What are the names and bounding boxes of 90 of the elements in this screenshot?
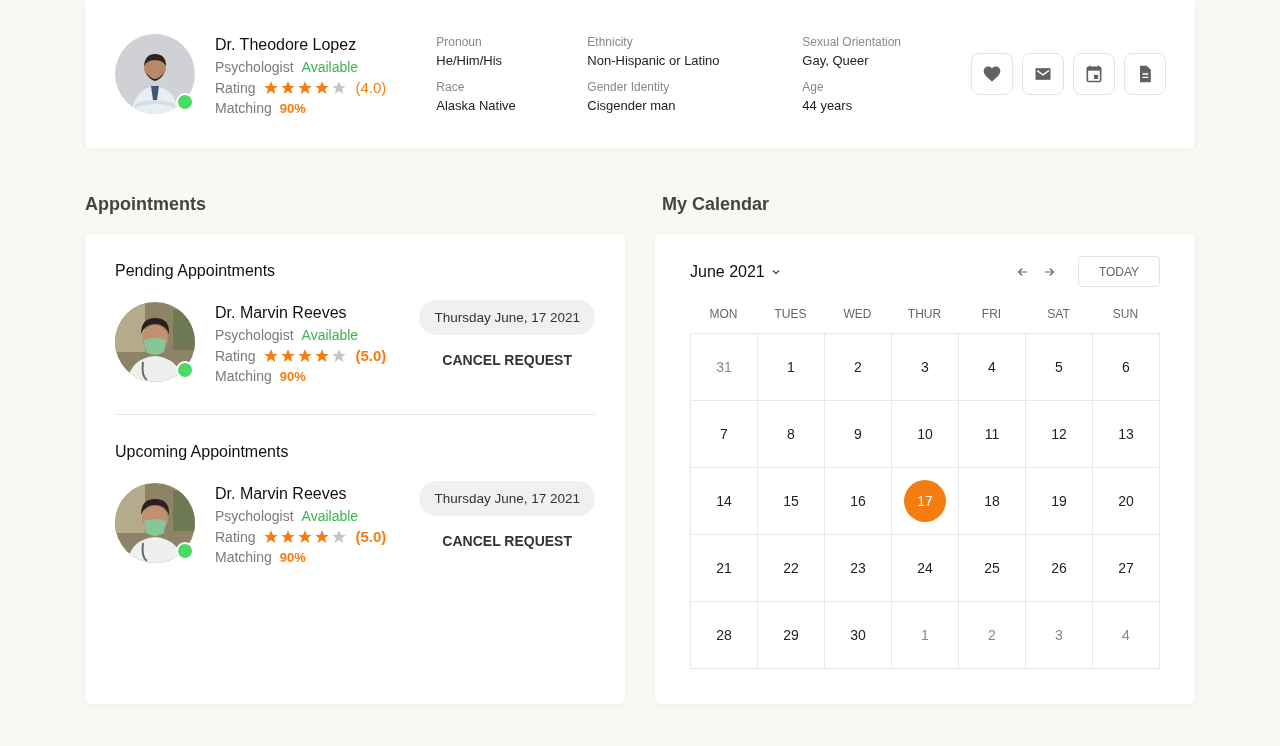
calendar-day[interactable]: 14: [691, 468, 758, 535]
matching-label: Matching: [215, 549, 272, 565]
detail-label: Age: [802, 80, 825, 94]
calendar-day[interactable]: 20: [1093, 468, 1160, 535]
detail-value: Gay, Queer: [802, 53, 870, 68]
availability-status: Available: [301, 59, 359, 75]
detail-value: 44 years: [802, 98, 854, 113]
document-button[interactable]: [1124, 53, 1166, 95]
detail-label: Pronoun: [436, 35, 483, 49]
heart-icon: [982, 64, 1002, 84]
calendar-day[interactable]: 3: [892, 334, 959, 401]
weekday-label: FRI: [980, 306, 1003, 323]
calendar-day[interactable]: 18: [959, 468, 1026, 535]
calendar-day[interactable]: 4: [959, 334, 1026, 401]
doctor-name: Dr. Marvin Reeves: [215, 485, 348, 503]
weekday-label: THUR: [906, 306, 943, 323]
subsection-heading: Pending Appointments: [115, 262, 277, 280]
rating-value: (4.0): [355, 79, 387, 96]
appointment-date: Thursday June, 17 2021: [419, 300, 595, 335]
subsection-heading: Upcoming Appointments: [115, 443, 290, 461]
matching-value: 90%: [279, 100, 306, 116]
calendar-day[interactable]: 11: [959, 401, 1026, 468]
detail-value: Non-Hispanic or Latino: [587, 53, 721, 68]
rating-label: Rating: [215, 347, 256, 364]
calendar-day[interactable]: 25: [959, 535, 1026, 602]
cancel-request-button[interactable]: CANCEL REQUEST: [442, 352, 572, 368]
calendar-day[interactable]: 22: [758, 535, 825, 602]
calendar-day[interactable]: 2: [959, 602, 1026, 669]
matching-label: Matching: [215, 368, 272, 384]
section-heading: Appointments: [85, 194, 207, 215]
doctor-role: Psychologist: [215, 327, 294, 343]
detail-value: He/Him/His: [436, 53, 504, 68]
detail-label: Ethnicity: [587, 35, 634, 49]
calendar-day[interactable]: 16: [825, 468, 892, 535]
doctor-name: Dr. Theodore Lopez: [215, 36, 358, 54]
matching-value: 90%: [279, 549, 306, 565]
doctor-name: Dr. Marvin Reeves: [215, 304, 348, 322]
calendar-day[interactable]: 15: [758, 468, 825, 535]
calendar-day[interactable]: 27: [1093, 535, 1160, 602]
matching-label: Matching: [215, 100, 272, 116]
favorite-button[interactable]: [971, 53, 1013, 95]
availability-status: Available: [301, 327, 359, 343]
rating-value: (5.0): [355, 528, 387, 545]
calendar-day[interactable]: 2: [825, 334, 892, 401]
rating-label: Rating: [215, 528, 256, 545]
weekday-label: TUES: [773, 306, 808, 323]
rating-label: Rating: [215, 79, 256, 96]
calendar-day[interactable]: 1: [892, 602, 959, 669]
calendar-day[interactable]: 10: [892, 401, 959, 468]
calendar-day[interactable]: 3: [1026, 602, 1093, 669]
doctor-role: Psychologist: [215, 508, 294, 524]
calendar-day[interactable]: 9: [825, 401, 892, 468]
calendar-day[interactable]: 6: [1093, 334, 1160, 401]
schedule-button[interactable]: [1073, 53, 1115, 95]
weekday-label: MON: [708, 306, 739, 323]
calendar-day[interactable]: 12: [1026, 401, 1093, 468]
section-heading: My Calendar: [662, 194, 771, 215]
calendar-day[interactable]: 4: [1093, 602, 1160, 669]
month-selector[interactable]: June 2021: [690, 262, 781, 281]
calendar-day[interactable]: 1: [758, 334, 825, 401]
calendar-day[interactable]: 29: [758, 602, 825, 669]
detail-value: Alaska Native: [436, 98, 517, 113]
calendar-day[interactable]: 19: [1026, 468, 1093, 535]
weekday-label: SUN: [1111, 306, 1140, 323]
calendar-day[interactable]: 21: [691, 535, 758, 602]
calendar-day[interactable]: 31: [691, 334, 758, 401]
calendar-day[interactable]: 7: [691, 401, 758, 468]
calendar-day[interactable]: 5: [1026, 334, 1093, 401]
detail-label: Race: [436, 80, 466, 94]
calendar-day[interactable]: 30: [825, 602, 892, 669]
calendar-icon: [1084, 64, 1104, 84]
rating-value: (5.0): [355, 347, 387, 364]
cancel-request-button[interactable]: CANCEL REQUEST: [442, 533, 572, 549]
weekday-label: WED: [842, 306, 873, 323]
calendar-day[interactable]: 24: [892, 535, 959, 602]
detail-label: Gender Identity: [587, 80, 671, 94]
calendar-day[interactable]: 26: [1026, 535, 1093, 602]
calendar-day[interactable]: 8: [758, 401, 825, 468]
calendar-day[interactable]: 23: [825, 535, 892, 602]
calendar-day[interactable]: 28: [691, 602, 758, 669]
matching-value: 90%: [279, 368, 306, 384]
detail-label: Sexual Orientation: [802, 35, 903, 49]
weekday-label: SAT: [1046, 306, 1071, 323]
detail-value: Cisgender man: [587, 98, 677, 113]
availability-status: Available: [301, 508, 359, 524]
appointment-date: Thursday June, 17 2021: [419, 481, 595, 516]
message-button[interactable]: [1022, 53, 1064, 95]
doctor-role: Psychologist: [215, 59, 294, 75]
calendar-day[interactable]: 13: [1093, 401, 1160, 468]
today-button[interactable]: TODAY: [1078, 256, 1160, 287]
